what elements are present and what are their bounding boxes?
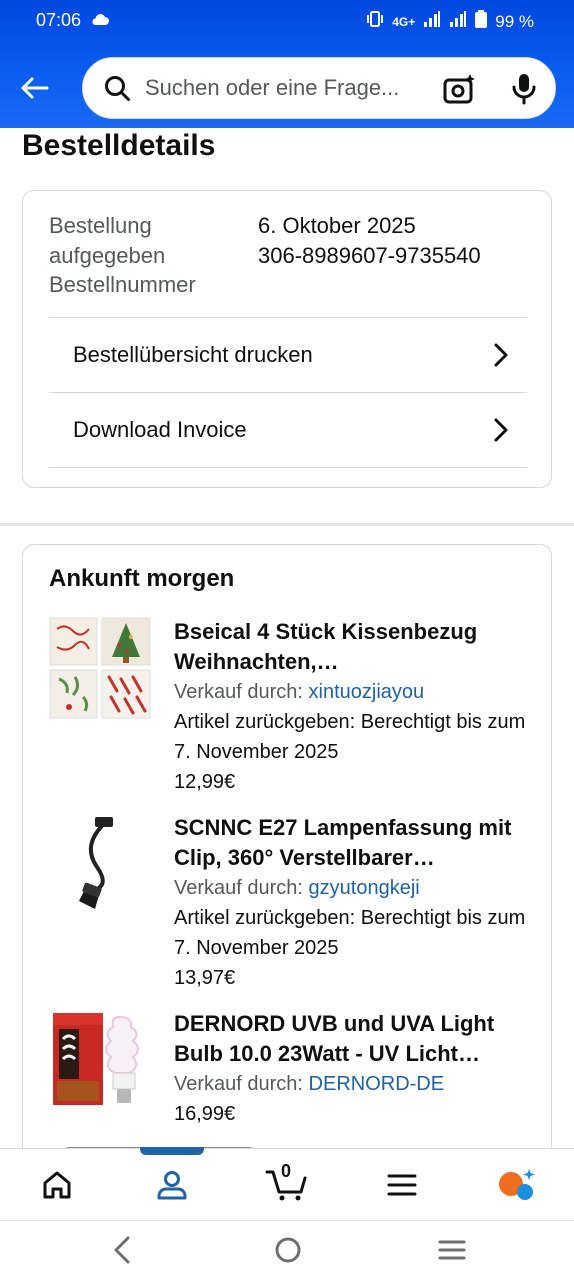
status-bar: 07:06 4G+ 99 %	[0, 0, 574, 42]
order-date: 6. Oktober 2025	[258, 213, 416, 238]
download-invoice-row[interactable]: Download Invoice	[49, 392, 527, 467]
vibrate-icon	[366, 11, 384, 32]
item-title[interactable]: Bseical 4 Stück Kissenbezug Weihnachten,…	[174, 617, 529, 677]
order-values: 6. Oktober 2025 306-8989607-9735540	[258, 211, 481, 270]
system-navigation-bar	[0, 1220, 574, 1280]
seller-link[interactable]: gzyutongkeji	[309, 877, 420, 899]
search-icon	[105, 76, 130, 101]
arrow-left-icon	[21, 77, 49, 99]
product-image-uv-bulb[interactable]	[49, 1009, 151, 1111]
system-back-icon[interactable]	[110, 1235, 134, 1270]
network-type: 4G+	[392, 14, 416, 29]
battery-icon	[475, 10, 488, 33]
battery-level: 99 %	[495, 11, 534, 31]
item-price: 13,97€	[174, 967, 236, 989]
microphone-icon[interactable]	[511, 72, 537, 111]
seller-prefix: Verkauf durch:	[174, 877, 309, 899]
item-return-info: Artikel zurückgeben: Berechtigt bis zum …	[174, 907, 526, 959]
home-icon	[43, 1171, 71, 1198]
nav-menu[interactable]	[362, 1155, 442, 1215]
system-recents-icon[interactable]	[437, 1235, 467, 1270]
item-price: 16,99€	[174, 1103, 236, 1125]
item-details: DERNORD UVB und UVA Light Bulb 10.0 23Wa…	[174, 1009, 529, 1129]
item-return-info: Artikel zurückgeben: Berechtigt bis zum …	[174, 711, 526, 763]
shipment-card: Ankunft morgen Bseical 4 Stück Kissenbez…	[22, 544, 552, 1184]
item-seller: Verkauf durch: xintuozjiayou	[174, 677, 529, 707]
signal-icon-2	[449, 11, 467, 32]
signal-icon	[423, 11, 441, 32]
page-title: Bestelldetails	[22, 129, 216, 162]
item-details: SCNNC E27 Lampenfassung mit Clip, 360° V…	[174, 813, 529, 993]
nav-rufus[interactable]	[477, 1155, 557, 1215]
status-time: 07:06	[36, 10, 82, 30]
seller-link[interactable]: xintuozjiayou	[309, 681, 425, 703]
cart-count: 0	[280, 1160, 291, 1181]
back-button[interactable]	[16, 70, 52, 106]
item-seller: Verkauf durch: gzyutongkeji	[174, 873, 529, 903]
camera-icon[interactable]	[443, 72, 477, 111]
print-summary-label: Bestellübersicht drucken	[73, 342, 313, 367]
item-title[interactable]: SCNNC E27 Lampenfassung mit Clip, 360° V…	[174, 813, 529, 873]
divider	[49, 467, 527, 468]
order-label-placed-2: aufgegeben	[49, 242, 166, 268]
item-title[interactable]: DERNORD UVB und UVA Light Bulb 10.0 23Wa…	[174, 1009, 529, 1069]
person-icon	[157, 1170, 187, 1199]
download-invoice-label: Download Invoice	[73, 417, 247, 442]
chevron-right-icon	[494, 418, 508, 442]
seller-prefix: Verkauf durch:	[174, 681, 309, 703]
item-details: Bseical 4 Stück Kissenbezug Weihnachten,…	[174, 617, 529, 797]
item-seller: Verkauf durch: DERNORD-DE	[174, 1069, 529, 1099]
status-indicators: 4G+ 99 %	[366, 10, 534, 33]
bottom-navigation: 0	[0, 1148, 574, 1220]
nav-home[interactable]	[17, 1155, 97, 1215]
hamburger-menu-icon	[387, 1174, 417, 1195]
nav-cart[interactable]: 0	[247, 1155, 327, 1215]
order-number: 306-8989607-9735540	[258, 242, 481, 268]
seller-prefix: Verkauf durch:	[174, 1073, 309, 1095]
nav-account[interactable]	[132, 1155, 212, 1215]
chevron-right-icon	[494, 343, 508, 367]
active-tab-indicator	[140, 1147, 204, 1155]
order-label-number: Bestellnummer	[49, 272, 196, 297]
search-box[interactable]: Suchen oder eine Frage...	[82, 57, 556, 119]
system-home-icon[interactable]	[273, 1235, 303, 1270]
product-image-lamp-holder[interactable]	[49, 813, 151, 915]
item-price: 12,99€	[174, 771, 236, 793]
order-summary-card: Bestellung aufgegeben Bestellnummer 6. O…	[22, 190, 552, 488]
shipment-title: Ankunft morgen	[49, 565, 235, 592]
cloud-icon	[90, 12, 110, 31]
top-header: 07:06 4G+ 99 % Suchen oder eine Frage...	[0, 0, 574, 128]
product-image-pillow-covers[interactable]	[49, 617, 151, 719]
search-input[interactable]: Suchen oder eine Frage...	[145, 75, 421, 101]
rufus-assistant-icon	[498, 1168, 535, 1200]
order-label-placed-1: Bestellung	[49, 213, 152, 238]
order-labels: Bestellung aufgegeben Bestellnummer	[49, 211, 196, 300]
seller-link[interactable]: DERNORD-DE	[309, 1073, 445, 1095]
print-summary-row[interactable]: Bestellübersicht drucken	[49, 317, 527, 392]
section-divider	[0, 523, 574, 526]
